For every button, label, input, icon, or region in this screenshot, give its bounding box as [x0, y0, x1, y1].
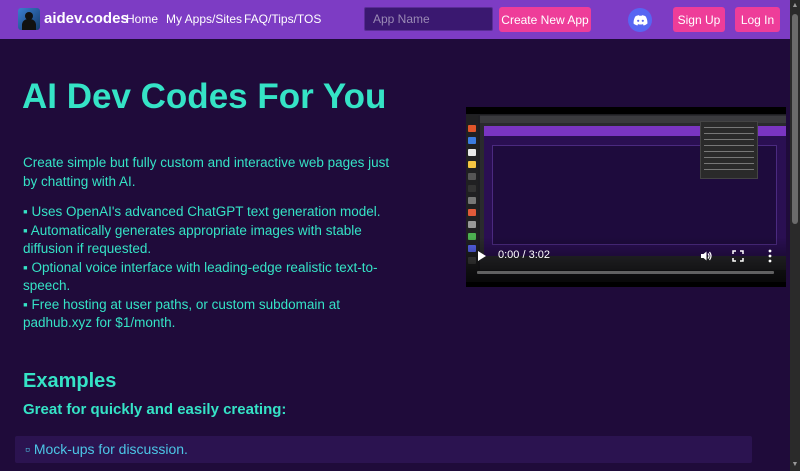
scroll-thumb[interactable]	[792, 14, 798, 224]
log-in-button[interactable]: Log In	[735, 7, 780, 32]
play-icon[interactable]	[478, 251, 486, 261]
nav-link-faq[interactable]: FAQ/Tips/TOS	[244, 12, 321, 26]
nav-link-my-apps[interactable]: My Apps/Sites	[166, 12, 242, 26]
navbar: aidev.codes Home My Apps/Sites FAQ/Tips/…	[0, 0, 790, 39]
scroll-up-icon[interactable]: ▲	[791, 2, 799, 10]
create-new-app-button[interactable]: Create New App	[499, 7, 591, 32]
nav-link-home[interactable]: Home	[126, 12, 158, 26]
feature-item: ▪ Uses OpenAI's advanced ChatGPT text ge…	[23, 204, 381, 219]
examples-subheading: Great for quickly and easily creating:	[23, 401, 287, 418]
brand-name[interactable]: aidev.codes	[44, 10, 129, 27]
feature-item: ▪ Free hosting at user paths, or custom …	[23, 297, 340, 330]
video-progress-bar[interactable]	[477, 271, 774, 274]
more-vert-icon[interactable]	[768, 249, 772, 263]
page-title: AI Dev Codes For You	[22, 77, 387, 116]
feature-item: ▪ Automatically generates appropriate im…	[23, 223, 362, 256]
example-item: ▫ Mock-ups for discussion.	[15, 436, 752, 463]
brand-logo[interactable]	[18, 8, 40, 30]
fullscreen-icon[interactable]	[732, 250, 744, 262]
feature-item: ▪ Optional voice interface with leading-…	[23, 260, 378, 293]
discord-icon[interactable]	[628, 8, 652, 32]
volume-icon[interactable]	[700, 250, 712, 262]
video-time: 0:00 / 3:02	[498, 249, 550, 261]
feature-list: ▪ Uses OpenAI's advanced ChatGPT text ge…	[23, 203, 403, 333]
sign-up-button[interactable]: Sign Up	[673, 7, 725, 32]
hero-description: Create simple but fully custom and inter…	[23, 155, 390, 189]
scroll-down-icon[interactable]: ▼	[791, 461, 799, 469]
app-name-input[interactable]	[364, 7, 493, 31]
examples-heading: Examples	[23, 370, 117, 392]
page-scrollbar[interactable]: ▲ ▼	[790, 0, 800, 471]
demo-video[interactable]: 0:00 / 3:02	[466, 107, 786, 287]
